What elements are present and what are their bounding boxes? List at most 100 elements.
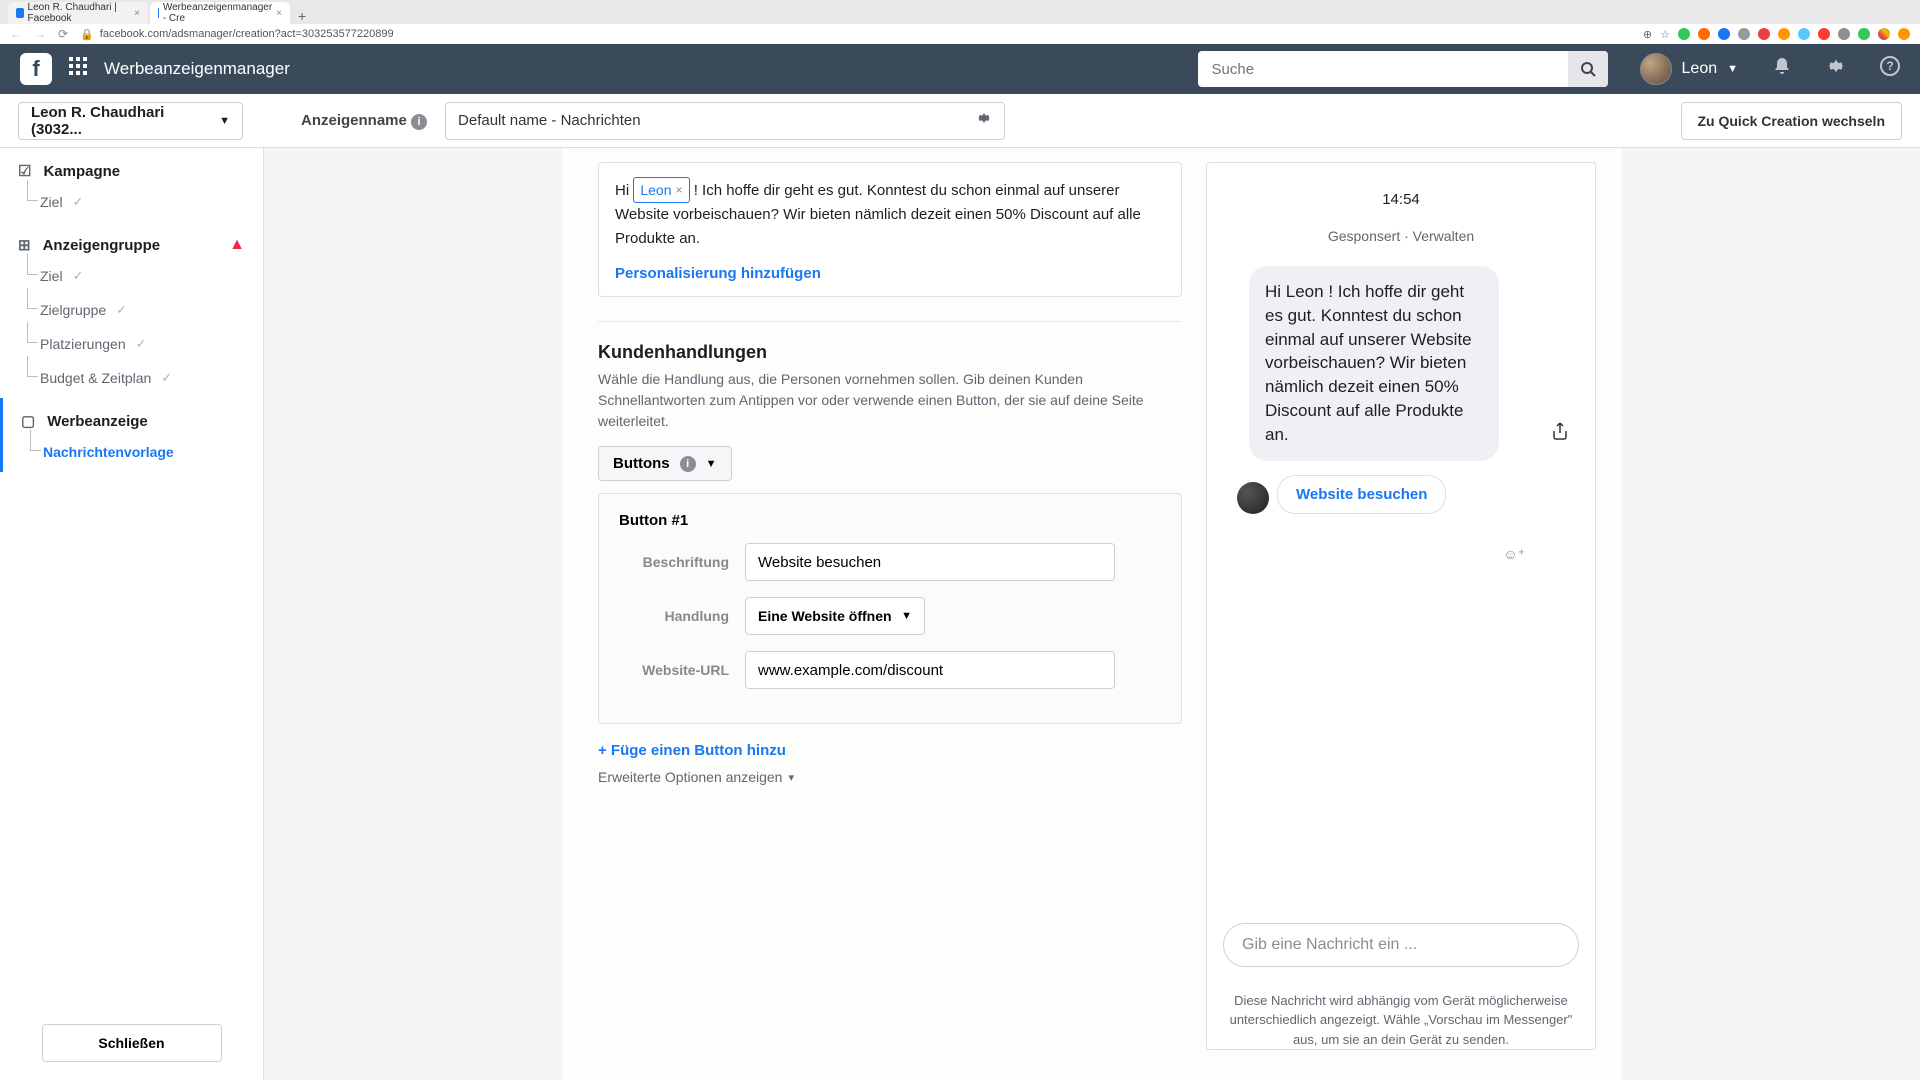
sub-header: Leon R. Chaudhari (3032... ▼ Anzeigennam… bbox=[0, 94, 1920, 148]
url-text: facebook.com/adsmanager/creation?act=303… bbox=[100, 28, 394, 40]
app-bar: f Werbeanzeigenmanager Leon ▼ ? bbox=[0, 44, 1920, 94]
preview-time: 14:54 bbox=[1207, 191, 1595, 208]
section-title: Kundenhandlungen bbox=[598, 342, 1182, 363]
action-label: Handlung bbox=[619, 608, 729, 624]
new-tab-button[interactable]: + bbox=[292, 8, 312, 24]
search-button[interactable] bbox=[1568, 51, 1608, 87]
sidebar-campaign[interactable]: ☑ Kampagne bbox=[18, 162, 245, 180]
button-config-card: Button #1 Beschriftung Handlung Eine Web… bbox=[598, 493, 1182, 724]
extension-icon[interactable] bbox=[1798, 28, 1810, 40]
check-icon: ✓ bbox=[73, 268, 84, 284]
extension-icon[interactable] bbox=[1778, 28, 1790, 40]
search-icon bbox=[1580, 61, 1596, 77]
share-icon[interactable] bbox=[1545, 416, 1575, 446]
advanced-options-label: Erweiterte Optionen anzeigen bbox=[598, 769, 782, 785]
sidebar-item-ziel[interactable]: Ziel ✓ bbox=[40, 190, 245, 214]
account-dropdown[interactable]: Leon R. Chaudhari (3032... ▼ bbox=[18, 102, 243, 140]
sidebar-sub-label: Zielgruppe bbox=[40, 302, 106, 318]
zoom-icon[interactable]: ⊕ bbox=[1643, 28, 1652, 41]
chevron-down-icon: ▼ bbox=[706, 458, 717, 470]
preview-panel: 14:54 Gesponsert · Verwalten Hi Leon ! I… bbox=[1206, 162, 1596, 1050]
ad-name-label: Anzeigenname i bbox=[301, 112, 427, 130]
extension-icon[interactable] bbox=[1678, 28, 1690, 40]
sidebar-sub-label: Budget & Zeitplan bbox=[40, 370, 151, 386]
input-placeholder: Gib eine Nachricht ein ... bbox=[1242, 936, 1417, 954]
url-input[interactable] bbox=[745, 651, 1115, 689]
ad-icon: ▢ bbox=[21, 412, 35, 430]
star-icon[interactable]: ☆ bbox=[1660, 28, 1670, 41]
message-card: Hi Leon × ! Ich hoffe dir geht es gut. K… bbox=[598, 162, 1182, 297]
search-box bbox=[1198, 51, 1608, 87]
caption-label: Beschriftung bbox=[619, 554, 729, 570]
add-button-link[interactable]: + Füge einen Button hinzu bbox=[598, 742, 1182, 759]
caption-input[interactable] bbox=[745, 543, 1115, 581]
check-icon: ✓ bbox=[161, 370, 172, 386]
grid-icon: ⊞ bbox=[18, 236, 31, 254]
preview-message-input[interactable]: Gib eine Nachricht ein ... bbox=[1223, 923, 1579, 967]
add-personalization-link[interactable]: Personalisierung hinzufügen bbox=[615, 265, 1165, 282]
info-icon[interactable]: i bbox=[411, 114, 427, 130]
help-icon[interactable]: ? bbox=[1880, 56, 1900, 82]
user-menu[interactable]: Leon ▼ bbox=[1640, 53, 1738, 85]
greeting-suffix: ! Ich hoffe dir geht es gut. Konntest du… bbox=[615, 182, 1141, 247]
extension-icon[interactable] bbox=[1738, 28, 1750, 40]
sidebar-sub-label: Ziel bbox=[40, 268, 63, 284]
gear-icon[interactable] bbox=[1826, 56, 1846, 82]
reload-icon[interactable]: ⟳ bbox=[58, 27, 68, 41]
sidebar-item-ziel[interactable]: Ziel ✓ bbox=[40, 264, 245, 288]
sidebar-sub-label: Platzierungen bbox=[40, 336, 126, 352]
sidebar-item-nachrichtenvorlage[interactable]: Nachrichtenvorlage bbox=[43, 440, 245, 464]
extension-icon[interactable] bbox=[1698, 28, 1710, 40]
gear-icon[interactable] bbox=[976, 110, 992, 131]
app-title: Werbeanzeigenmanager bbox=[104, 59, 290, 79]
check-icon: ✓ bbox=[73, 194, 84, 210]
bell-icon[interactable] bbox=[1772, 56, 1792, 82]
extension-icon[interactable] bbox=[1838, 28, 1850, 40]
address-bar[interactable]: 🔒 facebook.com/adsmanager/creation?act=3… bbox=[80, 28, 1631, 41]
browser-tab-active[interactable]: Werbeanzeigenmanager - Cre × bbox=[150, 2, 290, 24]
tab-title: Werbeanzeigenmanager - Cre bbox=[163, 2, 272, 24]
url-label: Website-URL bbox=[619, 662, 729, 678]
advanced-options-link[interactable]: Erweiterte Optionen anzeigen ▾ bbox=[598, 769, 1182, 785]
extension-icon[interactable] bbox=[1718, 28, 1730, 40]
browser-chrome: Leon R. Chaudhari | Facebook × Werbeanze… bbox=[0, 0, 1920, 44]
sidebar-item-budget[interactable]: Budget & Zeitplan ✓ bbox=[40, 366, 245, 390]
facebook-favicon-icon bbox=[16, 8, 24, 18]
personalization-token[interactable]: Leon × bbox=[633, 177, 689, 203]
ad-name-input[interactable] bbox=[458, 112, 976, 129]
back-icon[interactable]: ← bbox=[10, 27, 22, 41]
emoji-add-icon[interactable]: ☺⁺ bbox=[1503, 546, 1525, 563]
search-input[interactable] bbox=[1198, 61, 1568, 78]
sidebar-item-platzierungen[interactable]: Platzierungen ✓ bbox=[40, 332, 245, 356]
sidebar-adset[interactable]: ⊞ Anzeigengruppe ▲ bbox=[18, 236, 245, 254]
preview-footer: Diese Nachricht wird abhängig vom Gerät … bbox=[1207, 981, 1595, 1050]
ad-name-field bbox=[445, 102, 1005, 140]
apps-grid-icon[interactable] bbox=[68, 56, 88, 82]
action-select[interactable]: Eine Website öffnen ▼ bbox=[745, 597, 925, 635]
sidebar-label: Anzeigengruppe bbox=[43, 237, 161, 254]
facebook-logo-icon[interactable]: f bbox=[20, 53, 52, 85]
sidebar-item-zielgruppe[interactable]: Zielgruppe ✓ bbox=[40, 298, 245, 322]
tab-title: Leon R. Chaudhari | Facebook bbox=[28, 2, 131, 24]
message-text[interactable]: Hi Leon × ! Ich hoffe dir geht es gut. K… bbox=[615, 177, 1165, 251]
chevron-down-icon: ▼ bbox=[219, 115, 230, 127]
facebook-favicon-icon bbox=[158, 8, 159, 18]
quick-creation-button[interactable]: Zu Quick Creation wechseln bbox=[1681, 102, 1903, 140]
extension-icon[interactable] bbox=[1758, 28, 1770, 40]
sidebar-sub-label: Ziel bbox=[40, 194, 63, 210]
chevron-down-icon: ▼ bbox=[1727, 63, 1738, 75]
tab-close-icon[interactable]: × bbox=[134, 8, 140, 19]
browser-tab[interactable]: Leon R. Chaudhari | Facebook × bbox=[8, 2, 148, 24]
button-number-heading: Button #1 bbox=[619, 512, 1161, 529]
buttons-dropdown[interactable]: Buttons i ▼ bbox=[598, 446, 732, 481]
extension-icon[interactable] bbox=[1858, 28, 1870, 40]
extension-icon[interactable] bbox=[1818, 28, 1830, 40]
token-remove-icon[interactable]: × bbox=[676, 181, 683, 200]
close-button[interactable]: Schließen bbox=[42, 1024, 222, 1062]
tab-close-icon[interactable]: × bbox=[276, 8, 282, 19]
sidebar-ad[interactable]: ▢ Werbeanzeige bbox=[21, 412, 245, 430]
profile-icon[interactable] bbox=[1878, 28, 1890, 40]
forward-icon[interactable]: → bbox=[34, 27, 46, 41]
cta-button[interactable]: Website besuchen bbox=[1277, 475, 1446, 514]
extension-icon[interactable] bbox=[1898, 28, 1910, 40]
